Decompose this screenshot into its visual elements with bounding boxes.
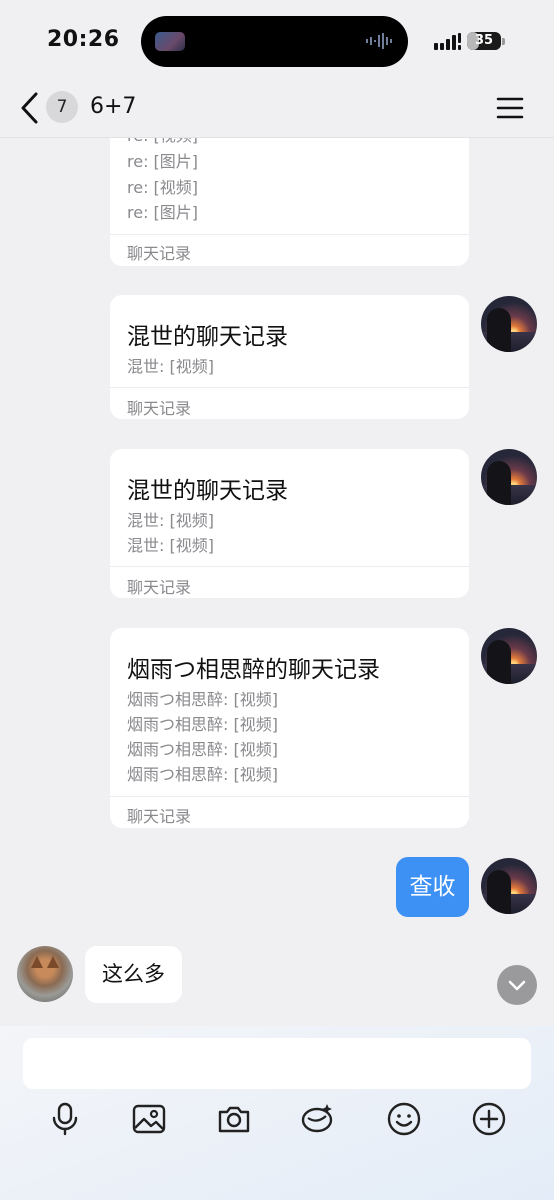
battery-indicator: 35 [467, 32, 501, 50]
sent-message-bubble[interactable]: 查收 [396, 857, 469, 917]
record-line: 烟雨つ相思醉: [视频] [127, 740, 278, 759]
record-line: re: [图片] [127, 152, 199, 171]
chevron-down-icon [508, 980, 526, 991]
chat-header: 7 6+7 [0, 80, 554, 138]
emoji-icon[interactable] [386, 1101, 422, 1137]
plus-icon[interactable] [471, 1101, 507, 1137]
my-avatar[interactable] [481, 858, 537, 914]
card-divider [110, 387, 469, 388]
audio-wave-icon [366, 33, 392, 49]
contact-avatar[interactable] [17, 946, 73, 1002]
my-avatar[interactable] [481, 628, 537, 684]
composer [0, 1026, 554, 1200]
avatar-silhouette [487, 308, 511, 352]
card-footer: 聊天记录 [127, 244, 192, 263]
microphone-icon[interactable] [47, 1101, 83, 1137]
card-divider [110, 566, 469, 567]
back-button[interactable] [14, 88, 44, 128]
chat-record-card[interactable]: 混世的聊天记录 混世: [视频] 聊天记录 [110, 295, 469, 419]
card-title: 混世的聊天记录 [127, 324, 288, 350]
avatar-silhouette [487, 870, 511, 914]
chat-record-card[interactable]: 烟雨つ相思醉的聊天记录 烟雨つ相思醉: [视频] 烟雨つ相思醉: [视频] 烟雨… [110, 628, 469, 828]
cellular-signal-icon [434, 33, 461, 50]
record-line: re: [图片] [127, 203, 199, 222]
now-playing-thumbnail [155, 32, 185, 51]
message-input[interactable] [23, 1038, 531, 1089]
card-footer: 聊天记录 [127, 578, 192, 597]
chat-record-card[interactable]: 混世的聊天记录 混世: [视频] 混世: [视频] 聊天记录 [110, 449, 469, 598]
status-bar: 20:26 35 [0, 0, 554, 80]
battery-nub [502, 38, 505, 45]
record-line: 烟雨つ相思醉: [视频] [127, 690, 278, 709]
menu-icon[interactable] [496, 94, 524, 122]
card-divider [110, 234, 469, 235]
card-divider [110, 796, 469, 797]
battery-percent: 35 [474, 33, 494, 48]
avatar-silhouette [487, 461, 511, 505]
record-line: 烟雨つ相思醉: [视频] [127, 715, 278, 734]
chat-title[interactable]: 6+7 [90, 94, 136, 119]
avatar-fox-ear [47, 956, 59, 968]
camera-icon[interactable] [216, 1101, 252, 1137]
avatar-silhouette [487, 640, 511, 684]
message-list[interactable]: re: [视频] re: [图片] re: [视频] re: [图片] 聊天记录… [0, 138, 554, 1026]
record-line: re: [视频] [127, 178, 199, 197]
card-title: 混世的聊天记录 [127, 478, 288, 504]
status-time: 20:26 [47, 27, 120, 52]
record-line: 混世: [视频] [127, 511, 214, 530]
received-message-bubble[interactable]: 这么多 [85, 946, 182, 1003]
record-line: 混世: [视频] [127, 357, 214, 376]
my-avatar[interactable] [481, 449, 537, 505]
sticker-icon[interactable] [300, 1101, 336, 1137]
avatar-fox-ear [31, 956, 43, 968]
scroll-to-bottom-button[interactable] [497, 965, 537, 1005]
card-title: 烟雨つ相思醉的聊天记录 [127, 657, 380, 683]
unread-count-badge[interactable]: 7 [46, 91, 78, 123]
my-avatar[interactable] [481, 296, 537, 352]
image-icon[interactable] [131, 1101, 167, 1137]
record-line: re: [视频] [127, 138, 198, 146]
record-line: 混世: [视频] [127, 536, 214, 555]
card-footer: 聊天记录 [127, 399, 192, 418]
record-line: 烟雨つ相思醉: [视频] [127, 765, 278, 784]
card-footer: 聊天记录 [127, 807, 192, 826]
chat-record-card[interactable]: re: [视频] re: [图片] re: [视频] re: [图片] 聊天记录 [110, 138, 469, 266]
